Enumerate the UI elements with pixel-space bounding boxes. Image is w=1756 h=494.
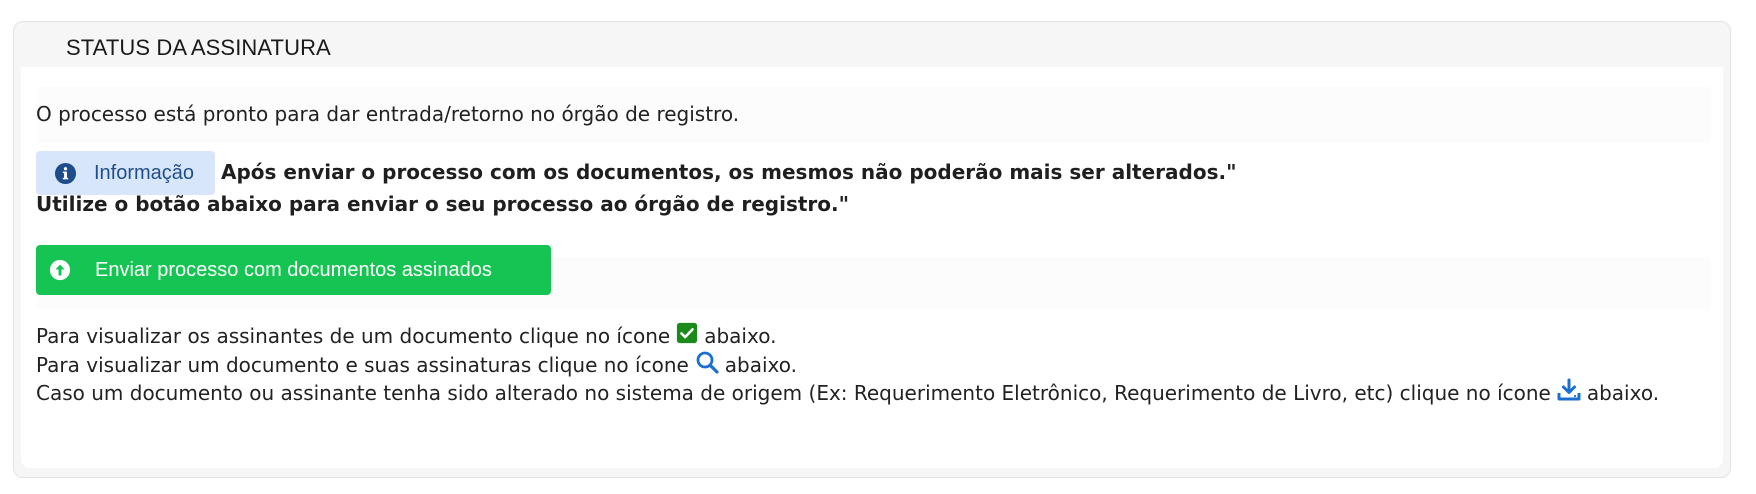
info-badge-label: Informação	[94, 161, 195, 184]
download-icon	[1557, 378, 1581, 407]
help-text: abaixo.	[724, 352, 798, 377]
panel-title: STATUS DA ASSINATURA	[66, 35, 331, 60]
send-process-button-label: Enviar processo com documentos assinados	[95, 258, 492, 281]
ready-message: O processo está pronto para dar entrada/…	[36, 102, 740, 126]
help-text: abaixo.	[1586, 380, 1660, 405]
send-process-button[interactable]: Enviar processo com documentos assinados	[36, 245, 551, 295]
help-text: Caso um documento ou assinante tenha sid…	[36, 380, 1551, 405]
warning-line-2: Utilize o botão abaixo para enviar o seu…	[36, 192, 850, 216]
help-line-resync: Caso um documento ou assinante tenha sid…	[36, 378, 1659, 407]
help-line-signers: Para visualizar os assinantes de um docu…	[36, 322, 776, 349]
check-square-icon	[676, 322, 698, 349]
help-text: abaixo.	[704, 323, 777, 348]
arrow-up-circle-icon	[49, 259, 71, 281]
info-badge: Informação	[36, 151, 215, 195]
help-text: Para visualizar os assinantes de um docu…	[36, 323, 671, 348]
info-circle-icon	[54, 162, 77, 185]
warning-line-1: Após enviar o processo com os documentos…	[221, 160, 1237, 184]
help-text: Para visualizar um documento e suas assi…	[36, 352, 689, 377]
search-icon	[695, 350, 719, 379]
signature-status-panel: STATUS DA ASSINATURA O processo está pro…	[13, 21, 1731, 478]
help-line-view-document: Para visualizar um documento e suas assi…	[36, 350, 797, 379]
panel-body: O processo está pronto para dar entrada/…	[21, 67, 1723, 468]
